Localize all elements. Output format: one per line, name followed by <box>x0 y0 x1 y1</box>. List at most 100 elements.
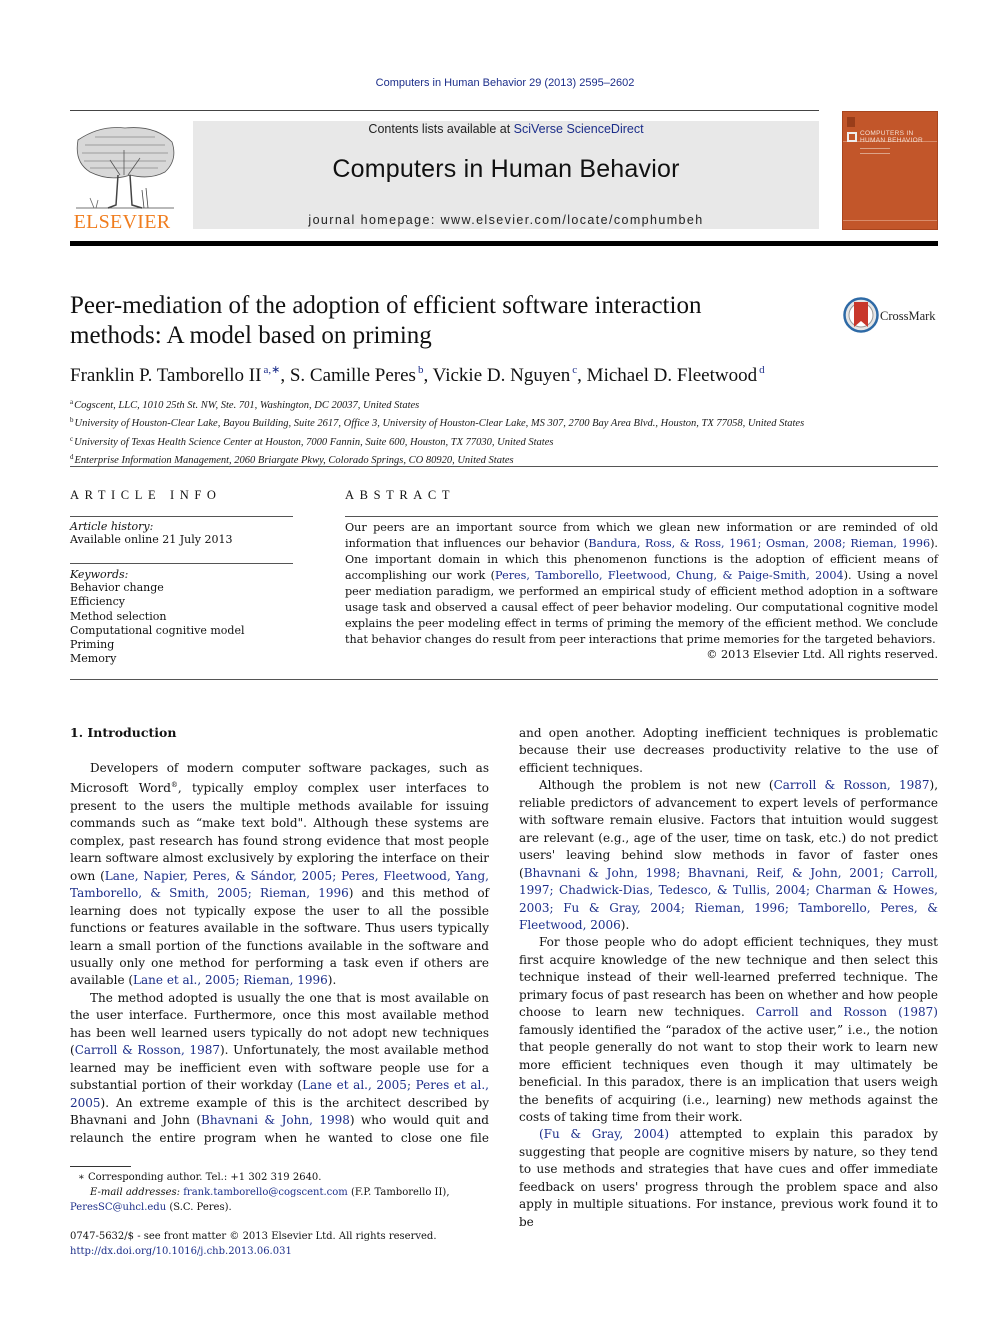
affiliation: aCogscent, LLC, 1010 25th St. NW, Ste. 7… <box>70 395 940 413</box>
text-span: ). <box>327 973 337 988</box>
paragraph: Although the problem is not new (Carroll… <box>519 777 938 934</box>
citation-link[interactable]: Bhavnani & John, 1998 <box>201 1113 350 1127</box>
email-owner: (S.C. Peres). <box>166 1202 232 1213</box>
article-history: Article history: Available online 21 Jul… <box>70 520 293 547</box>
author-name[interactable]: Vickie D. Nguyen <box>433 365 571 386</box>
affiliation: cUniversity of Texas Health Science Cent… <box>70 432 940 450</box>
front-matter: 0747-5632/$ - see front matter © 2013 El… <box>70 1230 490 1259</box>
title-line: Peer-mediation of the adoption of effici… <box>70 292 702 319</box>
paragraph: For those people who do adopt efficient … <box>519 934 938 1126</box>
keyword: Priming <box>70 638 115 652</box>
footnote-rule <box>70 1166 131 1167</box>
affiliation-marker: a <box>70 398 74 406</box>
text-span: and open another. Adopting inefficient t… <box>519 726 938 775</box>
keywords-list: Behavior change Efficiency Method selectio… <box>70 581 293 667</box>
abstract-heading: ABSTRACT <box>345 488 456 502</box>
email-owner: (F.P. Tamborello II), <box>347 1187 450 1198</box>
text-span: , typically employ complex user interfac… <box>70 781 489 883</box>
abstract-copyright: © 2013 Elsevier Ltd. All rights reserved… <box>706 648 938 661</box>
email-link[interactable]: frank.tamborello@cogscent.com <box>183 1187 348 1198</box>
author-name[interactable]: S. Camille Peres <box>290 365 416 386</box>
email-label: E-mail addresses: <box>90 1187 181 1198</box>
section-heading-introduction: 1. Introduction <box>70 725 177 740</box>
affiliation-text: Enterprise Information Management, 2060 … <box>74 454 514 466</box>
abstract-rule <box>345 516 938 517</box>
paragraph-continued: and open another. Adopting inefficient t… <box>519 725 938 777</box>
author-separator: , <box>423 365 433 386</box>
text-span: famously identified the “paradox of the … <box>519 1022 938 1124</box>
cover-title-line: HUMAN BEHAVIOR <box>860 137 923 144</box>
cover-monitor-icon <box>847 132 857 142</box>
citation-link[interactable]: Carroll & Rosson, 1987 <box>774 778 930 792</box>
author-name[interactable]: Franklin P. Tamborello II <box>70 365 261 386</box>
keywords-block: Keywords: Behavior change Efficiency Metho… <box>70 568 293 667</box>
text-span: attempted to explain this paradox by sug… <box>519 1127 938 1229</box>
header-rule <box>70 110 819 111</box>
header-thick-rule <box>70 241 938 246</box>
email-addresses: E-mail addresses: frank.tamborello@cogsc… <box>70 1185 490 1215</box>
keyword: Computational cognitive model <box>70 623 245 637</box>
citation-link[interactable]: Peres, Tamborello, Fleetwood, Chung, & P… <box>495 569 844 582</box>
body-column-right: and open another. Adopting inefficient t… <box>519 725 938 1231</box>
cover-title: COMPUTERS IN HUMAN BEHAVIOR <box>860 130 923 144</box>
citation-link[interactable]: Lane et al., 2005; Rieman, 1996 <box>133 973 328 987</box>
section-divider <box>70 466 938 467</box>
issn-line: 0747-5632/$ - see front matter © 2013 El… <box>70 1231 437 1242</box>
paragraph: Developers of modern computer software p… <box>70 760 489 990</box>
contents-prefix: Contents lists available at <box>368 122 514 136</box>
author-name[interactable]: Michael D. Fleetwood <box>587 365 757 386</box>
article-history-label: Article history: <box>70 520 154 533</box>
contents-line: Contents lists available at SciVerse Sci… <box>193 122 819 136</box>
article-info-rule <box>70 516 293 517</box>
affiliation-text: University of Texas Health Science Cente… <box>74 436 554 448</box>
affiliation: bUniversity of Houston-Clear Lake, Bayou… <box>70 413 940 431</box>
keywords-label: Keywords: <box>70 568 129 581</box>
cover-subtitle <box>860 148 890 154</box>
registered-mark: ® <box>170 781 178 790</box>
cover-rule <box>843 220 937 221</box>
journal-reference[interactable]: Computers in Human Behavior 29 (2013) 25… <box>0 77 992 89</box>
doi-link[interactable]: http://dx.doi.org/10.1016/j.chb.2013.06.… <box>70 1246 292 1257</box>
citation-link[interactable]: Bandura, Ross, & Ross, 1961; Osman, 2008… <box>588 537 930 550</box>
keyword: Method selection <box>70 609 167 623</box>
affiliations: aCogscent, LLC, 1010 25th St. NW, Ste. 7… <box>70 395 940 468</box>
text-span: ), reliable predictors of advancement to… <box>519 778 939 880</box>
publisher-logo-text: ELSEVIER <box>73 211 171 233</box>
affiliation-text: Cogscent, LLC, 1010 25th St. NW, Ste. 70… <box>74 400 420 411</box>
journal-homepage[interactable]: journal homepage: www.elsevier.com/locat… <box>193 213 819 227</box>
crossmark-label[interactable]: CrossMark <box>880 309 936 324</box>
sciencedirect-link[interactable]: SciVerse ScienceDirect <box>514 122 644 136</box>
affiliation-text: University of Houston-Clear Lake, Bayou … <box>74 418 805 430</box>
corresponding-author-note: ∗ Corresponding author. Tel.: +1 302 319… <box>78 1172 322 1183</box>
affiliation-marker: b <box>70 416 74 425</box>
body-column-left: Developers of modern computer software p… <box>70 760 489 1147</box>
journal-cover-image[interactable]: COMPUTERS IN HUMAN BEHAVIOR <box>842 111 938 230</box>
cover-publisher-icon <box>847 117 855 127</box>
citation-link[interactable]: Bhavnani & John, 1998; Bhavnani, Reif, &… <box>519 866 938 932</box>
email-link[interactable]: PeresSC@uhcl.edu <box>70 1202 166 1213</box>
article-history-value: Available online 21 July 2013 <box>70 533 233 546</box>
author-list: Franklin P. Tamborello II a,∗, S. Camille… <box>70 363 765 387</box>
keyword: Behavior change <box>70 581 164 594</box>
citation-link[interactable]: Carroll and Rosson (1987) <box>756 1005 938 1019</box>
footnotes: ∗ Corresponding author. Tel.: +1 302 319… <box>70 1170 490 1215</box>
keyword: Efficiency <box>70 595 126 609</box>
journal-title: Computers in Human Behavior <box>332 155 680 183</box>
author-separator: , <box>577 365 587 386</box>
text-span: Although the problem is not new ( <box>539 778 774 793</box>
citation-link[interactable]: (Fu & Gray, 2004) <box>539 1127 669 1141</box>
affiliation-marker: d <box>70 452 74 461</box>
paragraph: (Fu & Gray, 2004) attempted to explain t… <box>519 1126 938 1231</box>
article-info-rule <box>70 563 293 564</box>
author-affiliation-marker[interactable]: a,∗ <box>263 364 280 376</box>
crossmark-icon[interactable] <box>843 297 879 333</box>
author-affiliation-marker[interactable]: d <box>759 364 765 376</box>
keyword: Memory <box>70 652 117 666</box>
affiliation-marker: c <box>70 434 74 443</box>
text-span: ). <box>620 917 630 932</box>
paragraph: The method adopted is usually the one th… <box>70 990 489 1147</box>
section-divider <box>70 679 938 680</box>
title-line: methods: A model based on priming <box>70 322 432 349</box>
citation-link[interactable]: Carroll & Rosson, 1987 <box>75 1043 220 1057</box>
cover-title-line: COMPUTERS IN <box>860 130 914 137</box>
